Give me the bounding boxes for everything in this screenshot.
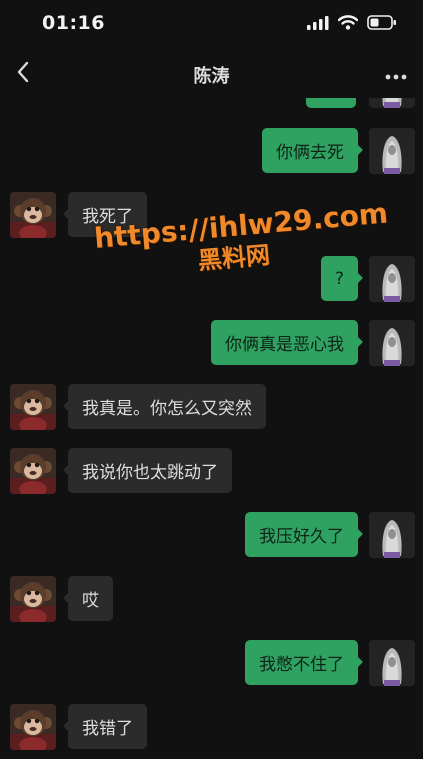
status-icons (307, 15, 397, 34)
battery-icon (367, 15, 397, 34)
outgoing-message-bubble[interactable]: 你俩真是恶心我 (211, 320, 363, 365)
message-row: 哎 (0, 576, 423, 622)
incoming-message-bubble[interactable]: 我说你也太跳动了 (63, 448, 232, 493)
wifi-icon (337, 15, 359, 34)
message-row: 我错了 (0, 704, 423, 750)
outgoing-message-bubble[interactable]: 我压好久了 (245, 512, 363, 557)
self-avatar[interactable] (369, 512, 415, 558)
contact-avatar[interactable] (10, 576, 56, 622)
more-dots-icon (385, 65, 407, 84)
navigation-bar: 陈涛 (0, 50, 423, 98)
contact-avatar[interactable] (10, 384, 56, 430)
chat-area[interactable]: 你俩去死 我死了 ? 你俩真是恶心我 我真是。你怎么又突然 我说你也太跳动了 我… (0, 98, 423, 759)
self-avatar[interactable] (369, 320, 415, 366)
chat-title: 陈涛 (193, 66, 230, 87)
message-row: 我憋不住了 (0, 640, 423, 686)
self-avatar[interactable] (369, 128, 415, 174)
status-bar: 01:16 (0, 0, 423, 50)
message-row: 你俩去死 (0, 128, 423, 174)
outgoing-message-bubble[interactable]: 你俩去死 (262, 128, 363, 173)
outgoing-message-bubble[interactable]: 我憋不住了 (245, 640, 363, 685)
incoming-message-bubble[interactable]: 我真是。你怎么又突然 (63, 384, 266, 429)
contact-avatar[interactable] (10, 192, 56, 238)
self-avatar[interactable] (369, 256, 415, 302)
message-row: 我压好久了 (0, 512, 423, 558)
more-options-button[interactable] (381, 60, 411, 88)
partial-self-avatar[interactable] (369, 98, 415, 108)
message-row: 我真是。你怎么又突然 (0, 384, 423, 430)
contact-avatar[interactable] (10, 704, 56, 750)
incoming-message-bubble[interactable]: 哎 (63, 576, 113, 621)
message-row: 你俩真是恶心我 (0, 320, 423, 366)
message-row: 我说你也太跳动了 (0, 448, 423, 494)
partial-outgoing-bubble (306, 98, 356, 108)
contact-avatar[interactable] (10, 448, 56, 494)
incoming-message-bubble[interactable]: 我错了 (63, 704, 147, 749)
self-avatar[interactable] (369, 640, 415, 686)
status-time: 01:16 (42, 12, 105, 34)
cellular-signal-icon (307, 15, 329, 34)
